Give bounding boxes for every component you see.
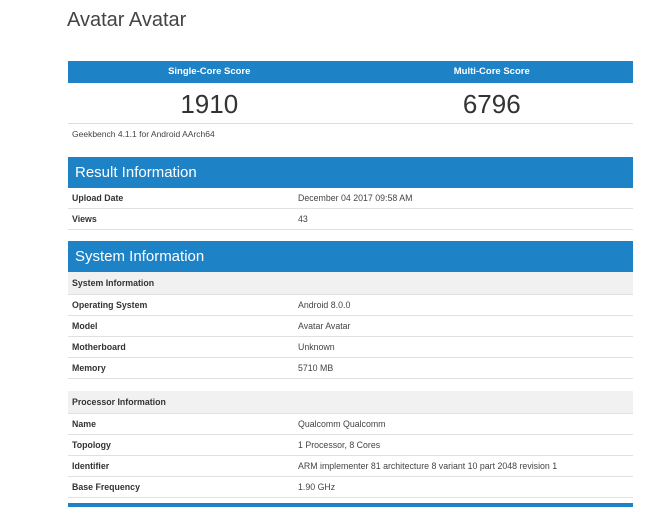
system-information-heading: System Information [68, 241, 633, 272]
single-core-label: Single-Core Score [168, 66, 251, 77]
system-information-section: System Information System Information Op… [68, 241, 633, 498]
processor-subheading: Processor Information [68, 391, 633, 414]
row-value: Avatar Avatar [298, 321, 351, 331]
row-value: Unknown [298, 342, 335, 352]
page-title: Avatar Avatar [67, 9, 187, 31]
table-row: Name Qualcomm Qualcomm [68, 414, 633, 435]
row-value: 5710 MB [298, 363, 334, 373]
table-row: Base Frequency 1.90 GHz [68, 477, 633, 498]
result-information-heading: Result Information [68, 157, 633, 188]
row-value: 1 Processor, 8 Cores [298, 440, 381, 450]
row-label: Upload Date [72, 193, 124, 203]
score-header: Single-Core Score Multi-Core Score [68, 61, 633, 83]
row-label: Model [72, 321, 98, 331]
benchmark-version: Geekbench 4.1.1 for Android AArch64 [72, 129, 215, 139]
next-section-bar [68, 503, 633, 507]
table-row: Model Avatar Avatar [68, 316, 633, 337]
row-label: Operating System [72, 300, 148, 310]
row-label: Motherboard [72, 342, 126, 352]
score-panel: Single-Core Score Multi-Core Score 1910 … [68, 61, 633, 124]
row-value: 43 [298, 214, 308, 224]
table-row: Operating System Android 8.0.0 [68, 295, 633, 316]
table-row: Upload Date December 04 2017 09:58 AM [68, 188, 633, 209]
table-row: Identifier ARM implementer 81 architectu… [68, 456, 633, 477]
row-value: 1.90 GHz [298, 482, 336, 492]
row-label: Base Frequency [72, 482, 140, 492]
single-core-score: 1910 [180, 89, 239, 119]
multi-core-label: Multi-Core Score [453, 66, 530, 77]
multi-core-score: 6796 [462, 89, 521, 119]
table-row: Views 43 [68, 209, 633, 230]
row-label: Name [72, 419, 96, 429]
system-subheading: System Information [68, 272, 633, 295]
row-value: ARM implementer 81 architecture 8 varian… [298, 461, 558, 471]
row-value: Android 8.0.0 [298, 300, 351, 310]
table-row: Topology 1 Processor, 8 Cores [68, 435, 633, 456]
score-values: 1910 6796 [68, 83, 633, 124]
row-label: Identifier [72, 461, 110, 471]
row-label: Topology [72, 440, 111, 450]
row-value: December 04 2017 09:58 AM [298, 193, 413, 203]
table-row: Memory 5710 MB [68, 358, 633, 379]
row-label: Views [72, 214, 97, 224]
result-information-section: Result Information Upload Date December … [68, 157, 633, 230]
row-value: Qualcomm Qualcomm [298, 419, 386, 429]
row-label: Memory [72, 363, 106, 373]
table-row: Motherboard Unknown [68, 337, 633, 358]
